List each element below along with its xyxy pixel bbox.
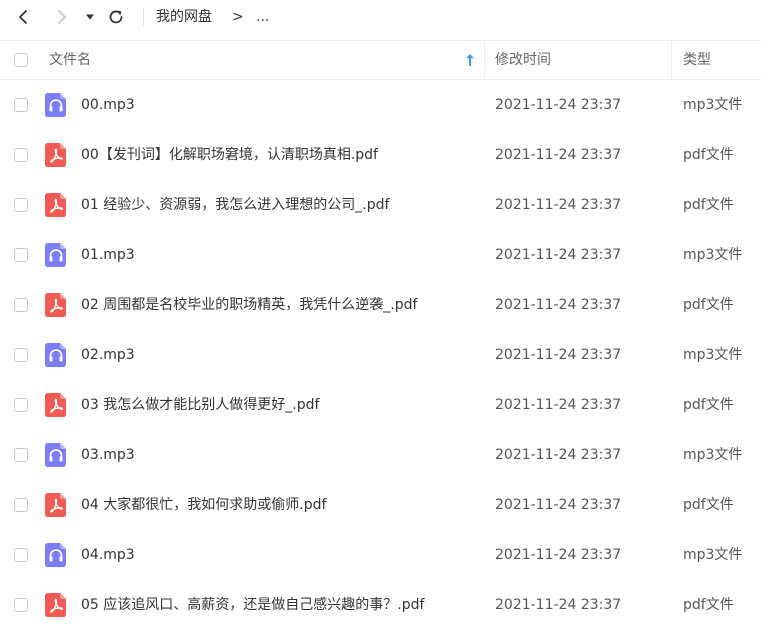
file-name[interactable]: 04.mp3 <box>81 530 135 580</box>
file-row[interactable]: 05 应该追风口、高薪资，还是做自己感兴趣的事？.pdf 2021-11-24 2… <box>0 580 761 630</box>
headphones-icon <box>45 443 67 467</box>
file-row[interactable]: 01 经验少、资源弱，我怎么进入理想的公司_.pdf 2021-11-24 23:… <box>0 180 761 230</box>
chevron-left-icon <box>19 10 27 24</box>
row-checkbox[interactable] <box>14 148 28 162</box>
file-row[interactable]: 00【发刊词】化解职场窘境，认清职场真相.pdf 2021-11-24 23:37… <box>0 130 761 180</box>
chevron-right-icon <box>58 10 66 24</box>
file-type: mp3文件 <box>683 447 743 463</box>
file-name[interactable]: 01.mp3 <box>81 230 135 280</box>
column-header-name[interactable]: 文件名 <box>49 41 91 79</box>
breadcrumb-separator: > <box>232 9 244 25</box>
file-type: pdf文件 <box>683 197 734 213</box>
row-checkbox[interactable] <box>14 248 28 262</box>
modified-time: 2021-11-24 23:37 <box>495 447 622 463</box>
navigation-bar: 我的网盘 > ... <box>0 0 761 36</box>
file-type: pdf文件 <box>683 297 734 313</box>
file-list-header: 文件名 修改时间 类型 <box>0 40 761 80</box>
caret-down-icon <box>86 14 94 20</box>
row-checkbox[interactable] <box>14 348 28 362</box>
nav-divider <box>143 8 144 26</box>
breadcrumb-root[interactable]: 我的网盘 <box>156 8 212 26</box>
modified-time: 2021-11-24 23:37 <box>495 347 622 363</box>
row-checkbox[interactable] <box>14 398 28 412</box>
back-button[interactable] <box>12 6 34 28</box>
file-name[interactable]: 02.mp3 <box>81 330 135 380</box>
row-checkbox[interactable] <box>14 448 28 462</box>
row-checkbox[interactable] <box>14 98 28 112</box>
modified-time: 2021-11-24 23:37 <box>495 397 622 413</box>
row-checkbox[interactable] <box>14 598 28 612</box>
headphones-icon <box>45 93 67 117</box>
modified-time: 2021-11-24 23:37 <box>495 147 622 163</box>
pdf-icon <box>45 293 67 317</box>
file-row[interactable]: 02 周围都是名校毕业的职场精英，我凭什么逆袭_.pdf 2021-11-24 2… <box>0 280 761 330</box>
file-name[interactable]: 04 大家都很忙，我如何求助或偷师.pdf <box>81 480 326 530</box>
file-name[interactable]: 03 我怎么做才能比别人做得更好_.pdf <box>81 380 319 430</box>
column-header-type[interactable]: 类型 <box>683 41 711 79</box>
file-row[interactable]: 03 我怎么做才能比别人做得更好_.pdf 2021-11-24 23:37 pdf… <box>0 380 761 430</box>
sort-ascending-icon[interactable] <box>465 53 475 67</box>
modified-time: 2021-11-24 23:37 <box>495 247 622 263</box>
modified-time: 2021-11-24 23:37 <box>495 197 622 213</box>
headphones-icon <box>45 243 67 267</box>
column-header-time[interactable]: 修改时间 <box>495 41 551 79</box>
file-type: pdf文件 <box>683 397 734 413</box>
modified-time: 2021-11-24 23:37 <box>495 547 622 563</box>
history-dropdown-button[interactable] <box>82 6 98 28</box>
file-row[interactable]: 00.mp3 2021-11-24 23:37 mp3文件 <box>0 80 761 130</box>
file-name[interactable]: 02 周围都是名校毕业的职场精英，我凭什么逆袭_.pdf <box>81 280 417 330</box>
pdf-icon <box>45 193 67 217</box>
column-divider[interactable] <box>671 41 672 79</box>
file-type: mp3文件 <box>683 247 743 263</box>
breadcrumb-more[interactable]: ... <box>256 8 269 26</box>
file-type: pdf文件 <box>683 147 734 163</box>
file-type: pdf文件 <box>683 597 734 613</box>
file-name[interactable]: 03.mp3 <box>81 430 135 480</box>
pdf-icon <box>45 143 67 167</box>
file-list: 00.mp3 2021-11-24 23:37 mp3文件 00【发刊词】化解职场窘… <box>0 80 761 630</box>
forward-button[interactable] <box>51 6 73 28</box>
file-type: pdf文件 <box>683 497 734 513</box>
file-type: mp3文件 <box>683 97 743 113</box>
headphones-icon <box>45 543 67 567</box>
file-row[interactable]: 02.mp3 2021-11-24 23:37 mp3文件 <box>0 330 761 380</box>
file-name[interactable]: 00.mp3 <box>81 80 135 130</box>
modified-time: 2021-11-24 23:37 <box>495 297 622 313</box>
row-checkbox[interactable] <box>14 548 28 562</box>
file-row[interactable]: 04 大家都很忙，我如何求助或偷师.pdf 2021-11-24 23:37 pdf… <box>0 480 761 530</box>
file-row[interactable]: 04.mp3 2021-11-24 23:37 mp3文件 <box>0 530 761 580</box>
file-type: mp3文件 <box>683 347 743 363</box>
pdf-icon <box>45 593 67 617</box>
headphones-icon <box>45 343 67 367</box>
refresh-icon <box>109 10 123 24</box>
pdf-icon <box>45 493 67 517</box>
row-checkbox[interactable] <box>14 498 28 512</box>
column-divider[interactable] <box>484 41 485 79</box>
file-row[interactable]: 03.mp3 2021-11-24 23:37 mp3文件 <box>0 430 761 480</box>
file-name[interactable]: 00【发刊词】化解职场窘境，认清职场真相.pdf <box>81 130 378 180</box>
row-checkbox[interactable] <box>14 298 28 312</box>
file-name[interactable]: 05 应该追风口、高薪资，还是做自己感兴趣的事？.pdf <box>81 580 424 630</box>
pdf-icon <box>45 393 67 417</box>
refresh-button[interactable] <box>104 6 128 28</box>
file-type: mp3文件 <box>683 547 743 563</box>
file-name[interactable]: 01 经验少、资源弱，我怎么进入理想的公司_.pdf <box>81 180 389 230</box>
modified-time: 2021-11-24 23:37 <box>495 97 622 113</box>
file-row[interactable]: 01.mp3 2021-11-24 23:37 mp3文件 <box>0 230 761 280</box>
row-checkbox[interactable] <box>14 198 28 212</box>
modified-time: 2021-11-24 23:37 <box>495 597 622 613</box>
modified-time: 2021-11-24 23:37 <box>495 497 622 513</box>
select-all-checkbox[interactable] <box>14 53 28 67</box>
